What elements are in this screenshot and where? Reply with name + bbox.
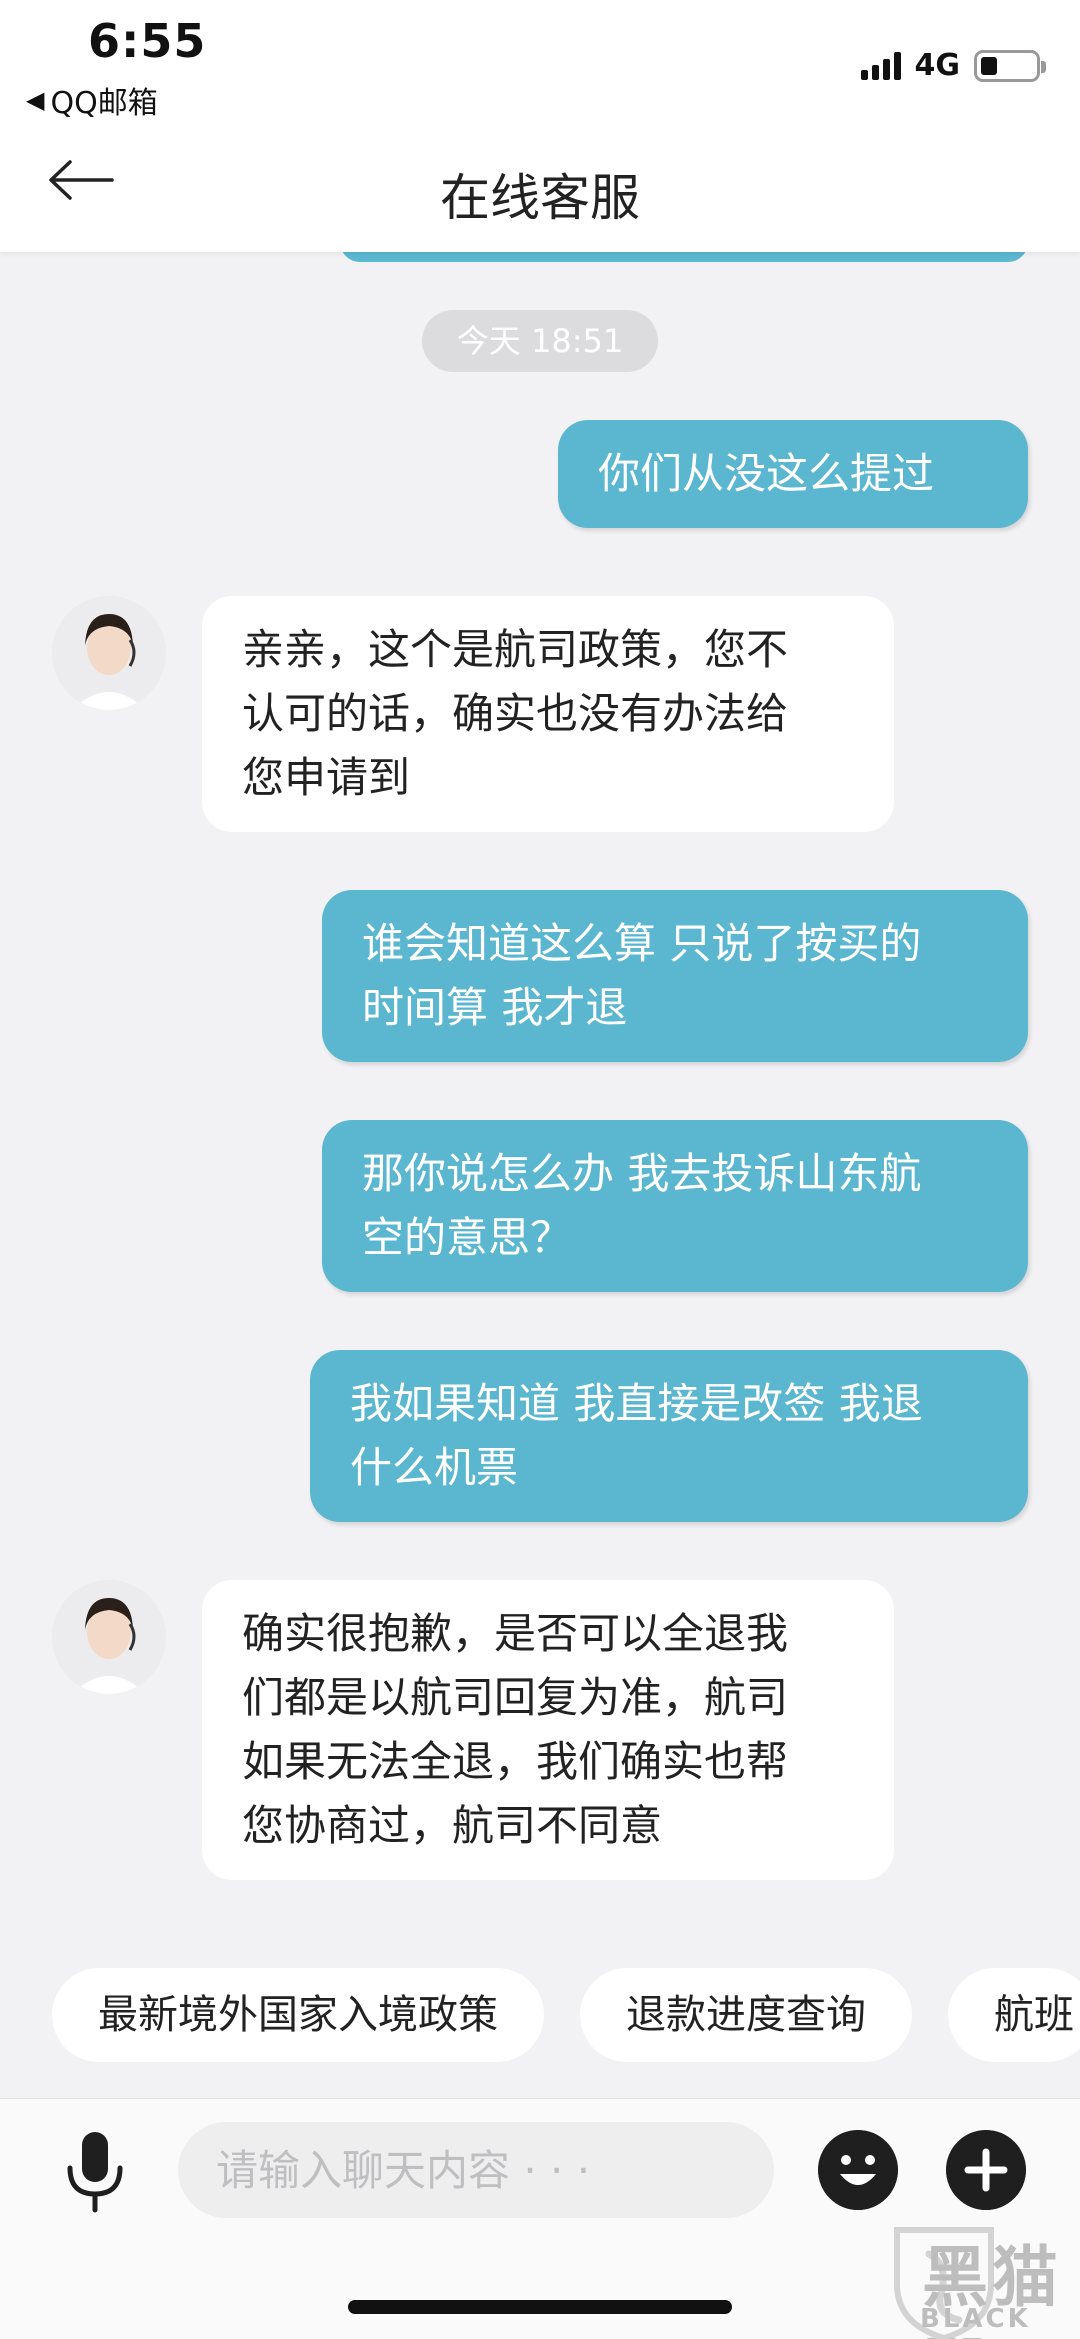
network-type: 4G bbox=[914, 48, 961, 83]
user-message: 你们从没这么提过 bbox=[558, 420, 1028, 528]
agent-avatar bbox=[52, 596, 166, 710]
watermark-subtext: BLACK CAT bbox=[920, 2304, 1031, 2339]
back-app-label: QQ邮箱 bbox=[50, 86, 158, 121]
agent-avatar bbox=[52, 1580, 166, 1694]
top-bar: 6:55 ◀ QQ邮箱 4G 在线客服 bbox=[0, 0, 1080, 252]
back-to-app-link[interactable]: ◀ QQ邮箱 bbox=[26, 78, 158, 122]
emoji-icon[interactable] bbox=[818, 2130, 898, 2210]
back-triangle-icon: ◀ bbox=[26, 86, 45, 114]
page-title: 在线客服 bbox=[440, 169, 640, 227]
status-time: 6:55 bbox=[88, 14, 207, 68]
add-icon[interactable] bbox=[946, 2130, 1026, 2210]
battery-icon bbox=[974, 49, 1046, 82]
chat-timestamp: 今天 18:51 bbox=[422, 310, 658, 372]
agent-message: 确实很抱歉，是否可以全退我 们都是以航司回复为准，航司 如果无法全退，我们确实也… bbox=[202, 1580, 894, 1880]
quick-reply-chip[interactable]: 最新境外国家入境政策 bbox=[52, 1968, 544, 2062]
status-indicators: 4G bbox=[860, 48, 1046, 83]
user-message: 谁会知道这么算 只说了按买的 时间算 我才退 bbox=[322, 890, 1028, 1062]
home-indicator bbox=[348, 2300, 732, 2314]
microphone-icon[interactable] bbox=[62, 2130, 128, 2214]
user-message: 我如果知道 我直接是改签 我退 什么机票 bbox=[310, 1350, 1028, 1522]
agent-message: 亲亲，这个是航司政策，您不 认可的话，确实也没有办法给 您申请到 bbox=[202, 596, 894, 832]
quick-reply-chip[interactable]: 退款进度查询 bbox=[580, 1968, 912, 2062]
quick-reply-bar: 最新境外国家入境政策 退款进度查询 航班 bbox=[52, 1968, 1080, 2062]
user-message: 那你说怎么办 我去投诉山东航 空的意思？ bbox=[322, 1120, 1028, 1292]
quick-reply-chip[interactable]: 航班 bbox=[948, 1968, 1080, 2062]
signal-icon bbox=[860, 51, 901, 80]
chat-input[interactable] bbox=[178, 2122, 774, 2218]
